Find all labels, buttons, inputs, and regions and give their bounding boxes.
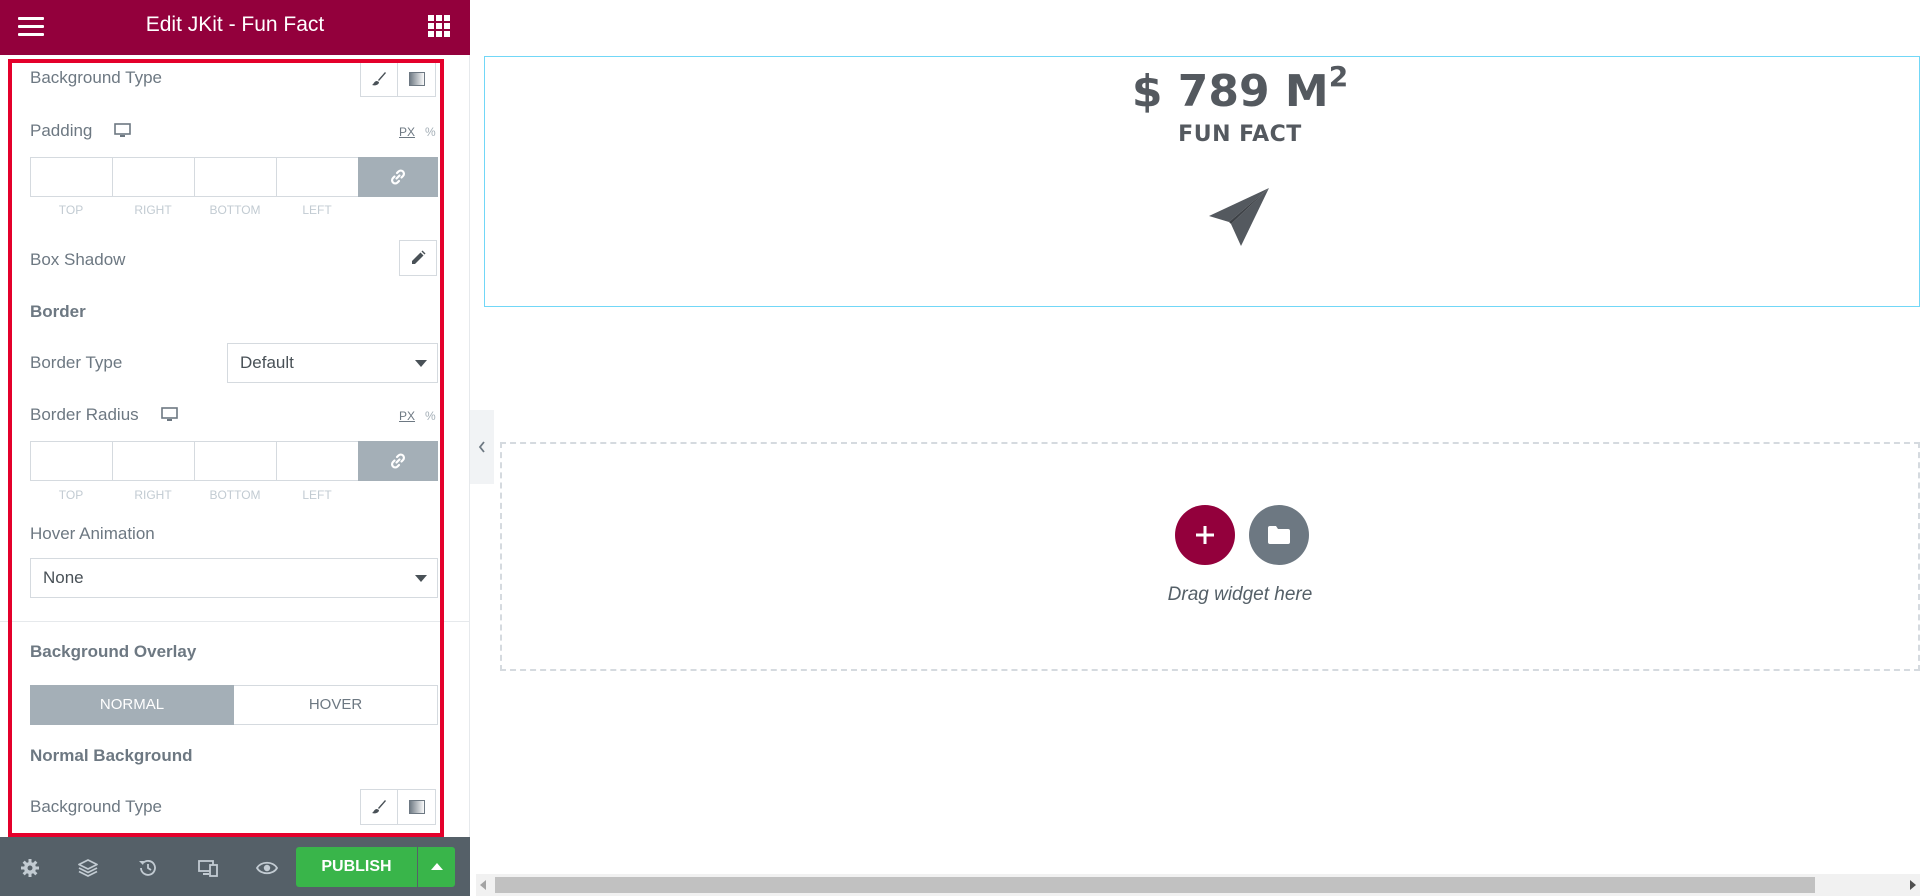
unit-px[interactable]: PX [399, 409, 415, 423]
unit-px[interactable]: PX [399, 125, 415, 139]
overlay-background-type-choices [360, 789, 436, 825]
horizontal-scrollbar[interactable] [476, 874, 1920, 896]
dim-label-top: TOP [58, 488, 84, 502]
radius-top-input[interactable] [30, 441, 112, 481]
padding-bottom-input[interactable] [194, 157, 276, 197]
gradient-icon[interactable] [398, 61, 436, 97]
padding-left-input[interactable] [276, 157, 358, 197]
tab-hover[interactable]: HOVER [234, 685, 438, 725]
classic-brush-icon[interactable] [360, 789, 398, 825]
radius-dimension-labels: TOP RIGHT BOTTOM LEFT [30, 488, 358, 502]
border-heading: Border [30, 302, 86, 321]
pencil-icon[interactable] [399, 240, 437, 276]
section-divider [0, 621, 470, 622]
padding-units: PX% [399, 125, 436, 139]
caret-up-icon [431, 863, 443, 870]
dim-label-bottom: BOTTOM [209, 203, 261, 217]
desktop-responsive-icon[interactable] [161, 407, 178, 422]
collapse-panel-button[interactable] [470, 410, 494, 484]
padding-right-input[interactable] [112, 157, 194, 197]
plus-icon [1196, 526, 1214, 544]
publish-button[interactable]: PUBLISH [296, 847, 417, 887]
box-shadow-label: Box Shadow [30, 250, 126, 269]
fun-fact-number: $ 789 M2 [1030, 60, 1450, 117]
radius-bottom-input[interactable] [194, 441, 276, 481]
gradient-icon[interactable] [398, 789, 436, 825]
overlay-state-tabs: NORMAL HOVER [30, 685, 438, 725]
border-radius-inputs [30, 441, 438, 481]
history-icon[interactable] [137, 857, 159, 879]
unit-percent[interactable]: % [425, 409, 436, 423]
link-values-icon[interactable] [358, 441, 438, 481]
fun-fact-superscript: 2 [1328, 60, 1349, 93]
padding-inputs [30, 157, 438, 197]
dim-label-right: RIGHT [134, 488, 172, 502]
add-template-button[interactable] [1249, 505, 1309, 565]
dim-label-top: TOP [58, 203, 84, 217]
unit-percent[interactable]: % [425, 125, 436, 139]
background-overlay-heading[interactable]: Background Overlay [30, 642, 196, 662]
padding-label: Padding [30, 121, 93, 140]
tab-normal[interactable]: NORMAL [30, 685, 234, 725]
radius-left-input[interactable] [276, 441, 358, 481]
layers-icon[interactable] [77, 857, 99, 879]
radius-right-input[interactable] [112, 441, 194, 481]
fun-fact-title: FUN FACT [1178, 122, 1302, 147]
hover-animation-label: Hover Animation [30, 524, 155, 543]
background-type-label: Background Type [30, 797, 162, 816]
drag-widget-hint: Drag widget here [1167, 584, 1313, 605]
border-type-select[interactable]: Default [227, 343, 438, 383]
folder-icon [1268, 526, 1290, 544]
hover-animation-select[interactable]: None [30, 558, 438, 598]
desktop-responsive-icon[interactable] [114, 123, 131, 138]
panel-body: Background Type Padding PX% TOP RIGHT BO… [0, 55, 470, 837]
scrollbar-thumb[interactable] [495, 877, 1815, 893]
panel-title: Edit JKit - Fun Fact [145, 13, 325, 36]
hover-animation-value: None [43, 568, 84, 587]
add-section-button[interactable] [1175, 505, 1235, 565]
background-type-label: Background Type [30, 68, 162, 87]
classic-brush-icon[interactable] [360, 61, 398, 97]
chevron-down-icon [415, 360, 427, 367]
responsive-mode-icon[interactable] [197, 857, 219, 879]
fun-fact-number-text: $ 789 M [1131, 66, 1329, 117]
background-type-choices [360, 61, 436, 97]
link-values-icon[interactable] [358, 157, 438, 197]
padding-top-input[interactable] [30, 157, 112, 197]
scroll-right-arrow-icon[interactable] [1910, 880, 1916, 890]
chevron-down-icon [415, 575, 427, 582]
paper-plane-icon [1209, 188, 1269, 246]
border-radius-label: Border Radius [30, 405, 139, 424]
preview-eye-icon[interactable] [256, 857, 278, 879]
border-type-label: Border Type [30, 353, 123, 372]
border-radius-units: PX% [399, 409, 436, 423]
publish-options-button[interactable] [418, 847, 455, 887]
panel-footer: PUBLISH [0, 837, 470, 896]
widgets-grid-icon[interactable] [428, 15, 450, 37]
panel-header: Edit JKit - Fun Fact [0, 0, 470, 55]
padding-dimension-labels: TOP RIGHT BOTTOM LEFT [30, 203, 358, 217]
dim-label-left: LEFT [302, 488, 332, 502]
dim-label-left: LEFT [302, 203, 332, 217]
editor-panel: Edit JKit - Fun Fact Background Type Pad… [0, 0, 470, 896]
dim-label-bottom: BOTTOM [209, 488, 261, 502]
border-type-value: Default [240, 353, 294, 372]
dim-label-right: RIGHT [134, 203, 172, 217]
box-shadow-edit [399, 240, 437, 276]
chevron-left-icon [478, 441, 485, 453]
settings-gear-icon[interactable] [19, 857, 41, 879]
scroll-left-arrow-icon[interactable] [480, 880, 486, 890]
normal-background-heading: Normal Background [30, 746, 193, 765]
